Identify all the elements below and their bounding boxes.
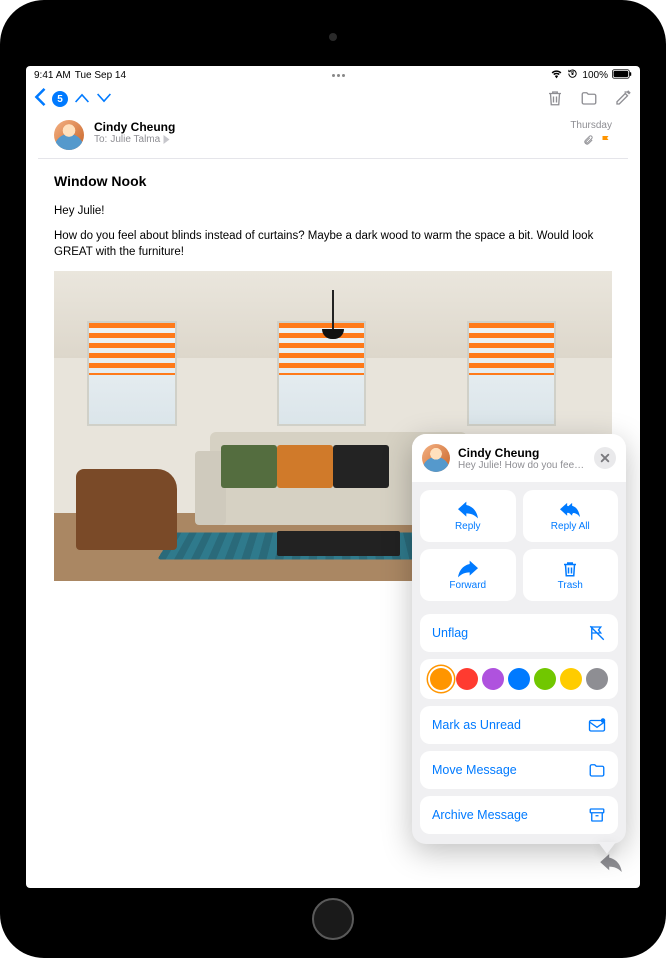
unflag-icon [588, 624, 606, 642]
flag-colors-row [420, 659, 618, 699]
to-label: To: [94, 134, 107, 145]
back-button[interactable] [34, 88, 46, 111]
message-greeting: Hey Julie! [54, 203, 612, 220]
archive-icon [588, 806, 606, 824]
flag-color-3[interactable] [508, 668, 530, 690]
status-date: Tue Sep 14 [75, 70, 126, 81]
trash-action-button[interactable]: Trash [523, 549, 619, 601]
wifi-icon [550, 69, 563, 82]
sender-avatar[interactable] [54, 120, 84, 150]
message-header: Cindy Cheung To: Julie Talma Thursday [38, 114, 628, 159]
popover-sender-name: Cindy Cheung [458, 446, 586, 460]
reply-all-label: Reply All [551, 521, 590, 532]
message-subject: Window Nook [54, 173, 612, 189]
popover-avatar [422, 444, 450, 472]
close-button[interactable] [594, 447, 616, 469]
archive-message-label: Archive Message [432, 808, 528, 822]
status-bar: 9:41 AM Tue Sep 14 100% [26, 66, 640, 84]
sender-name[interactable]: Cindy Cheung [94, 120, 560, 134]
message-date: Thursday [570, 120, 612, 131]
next-message-button[interactable] [96, 91, 112, 108]
flag-color-6[interactable] [586, 668, 608, 690]
forward-label: Forward [449, 580, 486, 591]
unflag-button[interactable]: Unflag [420, 614, 618, 652]
status-time: 9:41 AM [34, 70, 71, 81]
mark-unread-button[interactable]: Mark as Unread [420, 706, 618, 744]
front-camera [329, 33, 337, 41]
compose-button[interactable] [614, 89, 632, 110]
flag-color-5[interactable] [560, 668, 582, 690]
orientation-lock-icon [567, 68, 578, 82]
home-button[interactable] [312, 898, 354, 940]
move-message-label: Move Message [432, 763, 517, 777]
popover-preview: Hey Julie! How do you feel ab... [458, 460, 586, 471]
multitask-dots[interactable] [327, 74, 349, 77]
popover-header: Cindy Cheung Hey Julie! How do you feel … [412, 434, 626, 482]
battery-icon [612, 69, 632, 82]
archive-message-button[interactable]: Archive Message [420, 796, 618, 834]
screen: 9:41 AM Tue Sep 14 100% [26, 66, 640, 888]
reply-all-button[interactable]: Reply All [523, 490, 619, 542]
flag-color-2[interactable] [482, 668, 504, 690]
flag-color-4[interactable] [534, 668, 556, 690]
ipad-frame: 9:41 AM Tue Sep 14 100% [0, 0, 666, 958]
move-message-button[interactable]: Move Message [420, 751, 618, 789]
attachment-icon [583, 134, 594, 149]
prev-message-button[interactable] [74, 91, 90, 108]
trash-button[interactable] [546, 89, 564, 110]
flag-color-1[interactable] [456, 668, 478, 690]
mark-unread-label: Mark as Unread [432, 718, 521, 732]
forward-button[interactable]: Forward [420, 549, 516, 601]
battery-percent: 100% [582, 70, 608, 81]
reply-button[interactable]: Reply [420, 490, 516, 542]
message-text: How do you feel about blinds instead of … [54, 228, 612, 261]
folder-icon [588, 761, 606, 779]
move-folder-button[interactable] [580, 89, 598, 110]
popover-tail [598, 842, 616, 854]
reply-label: Reply [455, 521, 481, 532]
envelope-badge-icon [588, 716, 606, 734]
recipient-name: Julie Talma [110, 134, 160, 145]
trash-label: Trash [558, 580, 583, 591]
unread-count-badge[interactable]: 5 [52, 91, 68, 107]
flag-icon [600, 134, 612, 149]
message-actions-popover: Cindy Cheung Hey Julie! How do you feel … [412, 434, 626, 844]
nav-bar: 5 [26, 84, 640, 114]
unflag-label: Unflag [432, 626, 468, 640]
recipient-line[interactable]: To: Julie Talma [94, 134, 560, 145]
flag-color-0[interactable] [430, 668, 452, 690]
